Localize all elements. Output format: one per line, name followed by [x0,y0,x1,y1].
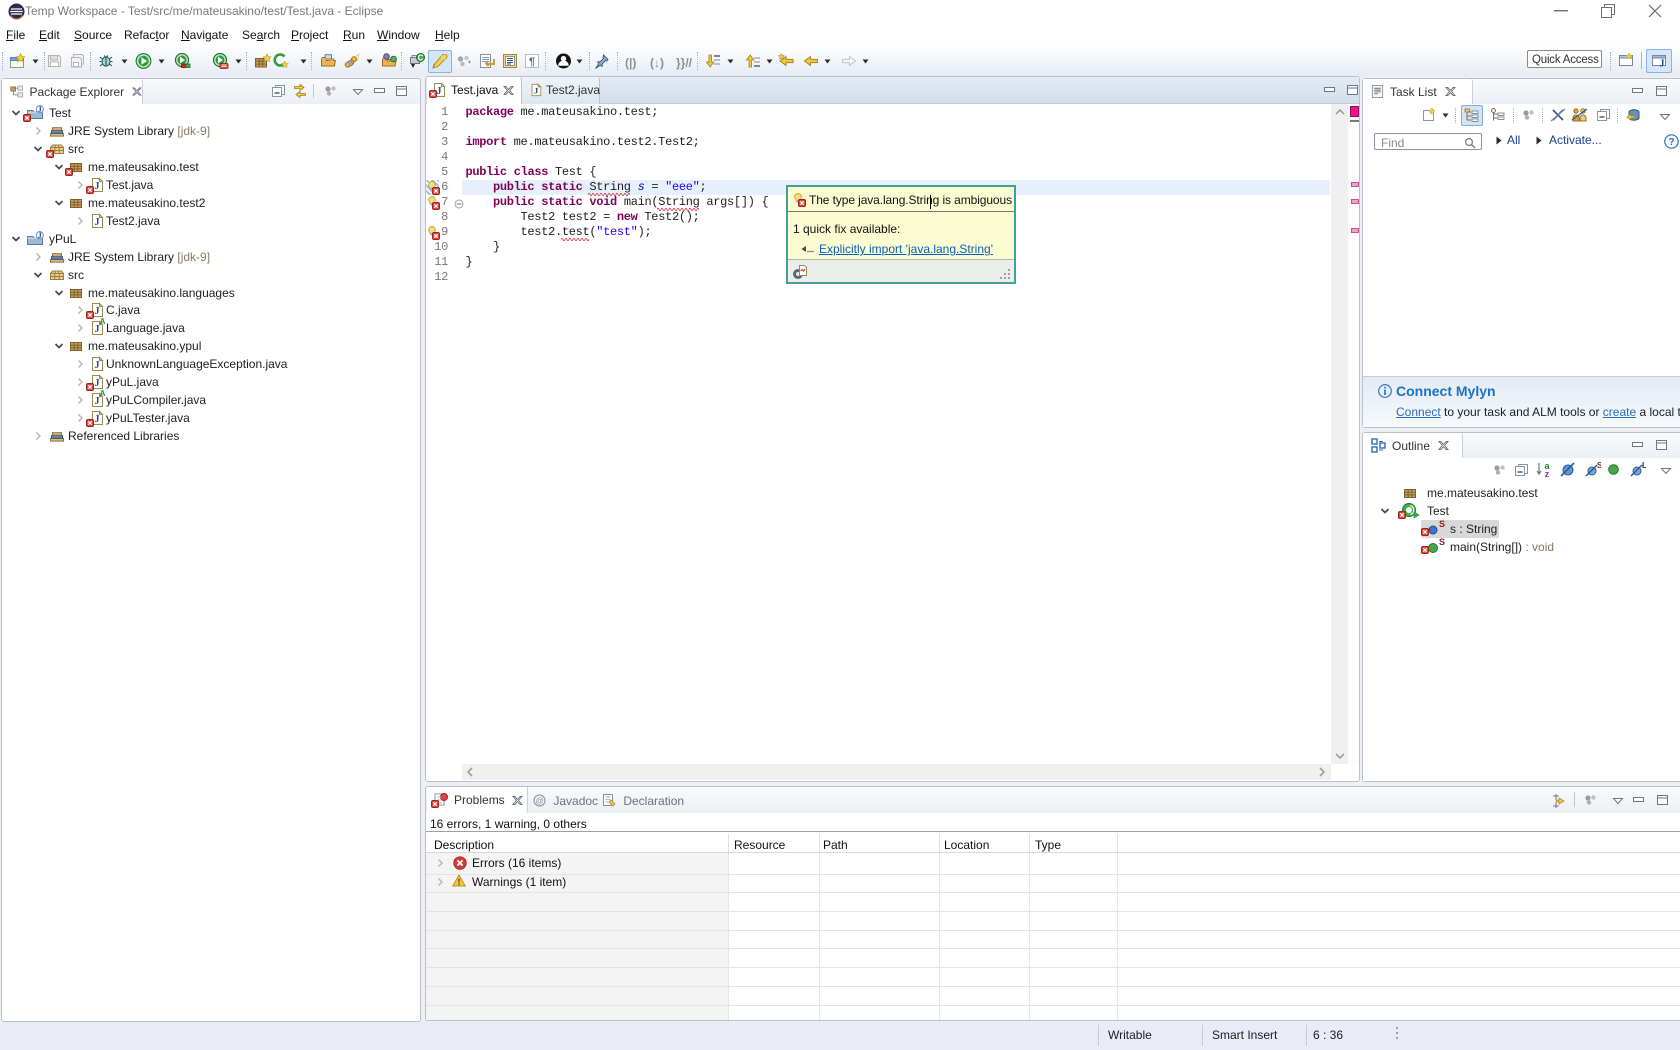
svg-text:¶: ¶ [529,56,535,68]
svg-text:?: ? [1668,137,1674,148]
svg-text:z: z [1545,469,1550,478]
svg-text:C: C [418,54,424,63]
svg-text:S: S [1597,461,1601,470]
svg-text:J: J [1660,59,1665,69]
svg-text:@: @ [535,797,543,806]
svg-text:L: L [1642,461,1646,470]
